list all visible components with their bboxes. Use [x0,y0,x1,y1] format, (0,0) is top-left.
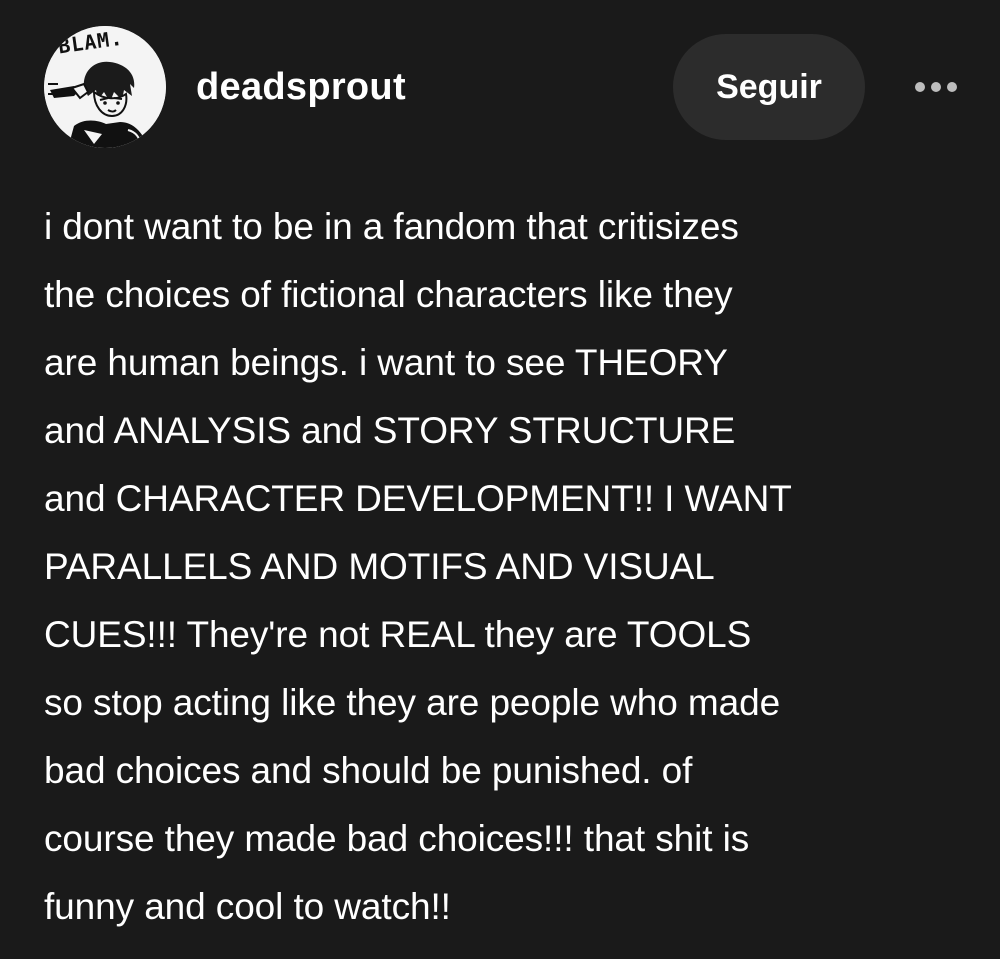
post-text-line: and CHARACTER DEVELOPMENT!! I WANT [44,478,792,519]
more-options-button[interactable] [908,72,964,102]
post-header: BLAM. deadsprout Seguir [44,26,964,148]
post-text-line: CUES!!! They're not REAL they are TOOLS [44,614,752,655]
post-body: i dont want to be in a fandom that criti… [44,193,964,941]
post-text-line: funny and cool to watch!! [44,886,451,927]
post-text-line: course they made bad choices!!! that shi… [44,818,750,859]
post-text-line: so stop acting like they are people who … [44,682,781,723]
ellipsis-dot [915,82,925,92]
username[interactable]: deadsprout [196,68,406,106]
ellipsis-dot [947,82,957,92]
ellipsis-dot [931,82,941,92]
post-text-line: i dont want to be in a fandom that criti… [44,206,739,247]
post-text-line: bad choices and should be punished. of [44,750,693,791]
post-text-line: PARALLELS AND MOTIFS AND VISUAL [44,546,715,587]
follow-button[interactable]: Seguir [673,34,865,140]
post-text-line: and ANALYSIS and STORY STRUCTURE [44,410,736,451]
post-text-line: the choices of fictional characters like… [44,274,733,315]
ellipsis-icon [915,82,957,92]
post-text-line: are human beings. i want to see THEORY [44,342,728,383]
avatar[interactable]: BLAM. [44,26,166,148]
